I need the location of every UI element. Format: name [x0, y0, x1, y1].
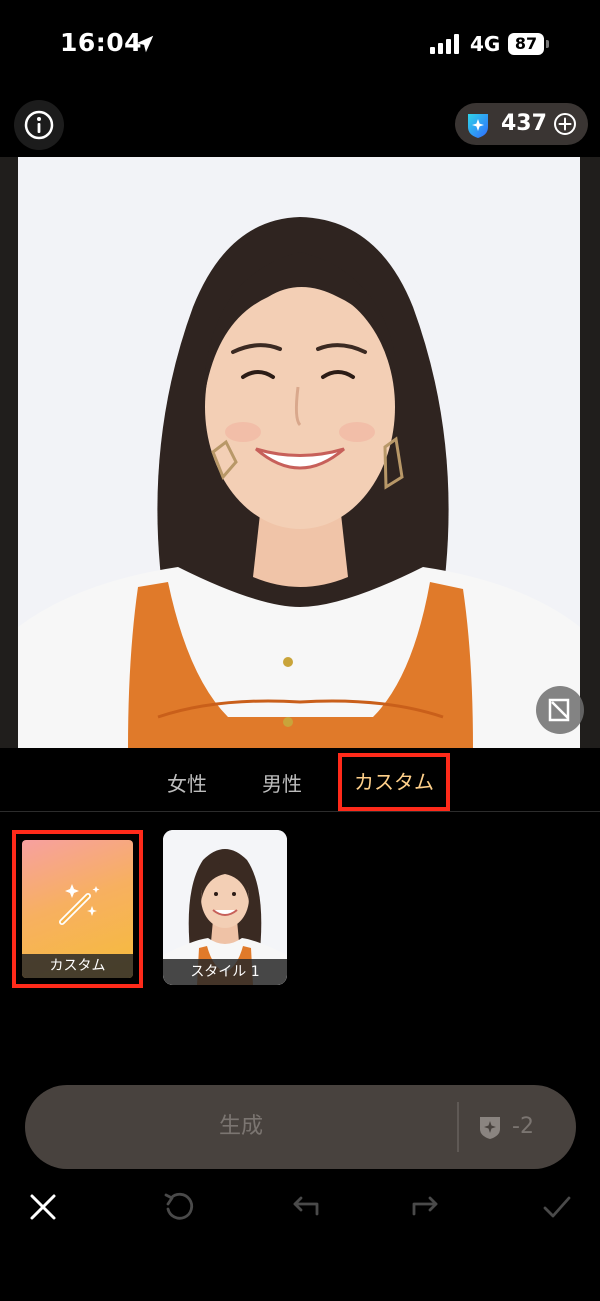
plus-circle-icon[interactable] [553, 112, 577, 136]
portrait-illustration [18, 157, 580, 748]
tab-female[interactable]: 女性 [167, 768, 207, 797]
check-icon[interactable] [540, 1190, 574, 1224]
tab-custom[interactable]: カスタム [338, 753, 450, 811]
photo-area [0, 157, 600, 748]
style-card-label: カスタム [22, 954, 133, 978]
credits-count: 437 [501, 111, 547, 136]
gem-cost-icon [480, 1117, 500, 1139]
credits-pill[interactable]: 437 [455, 103, 588, 145]
style-card-style-1[interactable]: スタイル 1 [163, 830, 287, 985]
redo-icon[interactable] [408, 1190, 442, 1224]
location-arrow-icon [136, 35, 154, 53]
tab-male[interactable]: 男性 [262, 768, 302, 797]
reset-icon[interactable] [162, 1190, 196, 1224]
style-card-label: スタイル 1 [163, 959, 287, 985]
gem-icon [468, 114, 488, 138]
info-icon [24, 110, 54, 140]
generate-cost: -2 [512, 1114, 534, 1139]
undo-icon[interactable] [289, 1190, 323, 1224]
status-bar: 16:04 4G 87 [0, 0, 600, 90]
battery-cap [546, 40, 549, 48]
generate-divider [457, 1102, 459, 1152]
custom-card-background: カスタム [22, 840, 133, 978]
category-tabs: 女性 男性 カスタム [0, 748, 600, 812]
compare-icon [548, 698, 570, 722]
magic-wand-icon [59, 884, 100, 925]
battery-icon: 87 [508, 33, 544, 55]
style-card-custom[interactable]: カスタム [12, 830, 143, 988]
status-time: 16:04 [60, 28, 143, 57]
cell-signal-icon [430, 34, 459, 54]
close-icon[interactable] [26, 1190, 60, 1224]
info-button[interactable] [14, 100, 64, 150]
generate-button[interactable]: 生成 -2 [25, 1085, 576, 1169]
generate-label: 生成 [218, 1114, 263, 1139]
network-type: 4G [470, 32, 501, 56]
portrait-photo [18, 157, 580, 748]
compare-button[interactable] [536, 686, 584, 734]
